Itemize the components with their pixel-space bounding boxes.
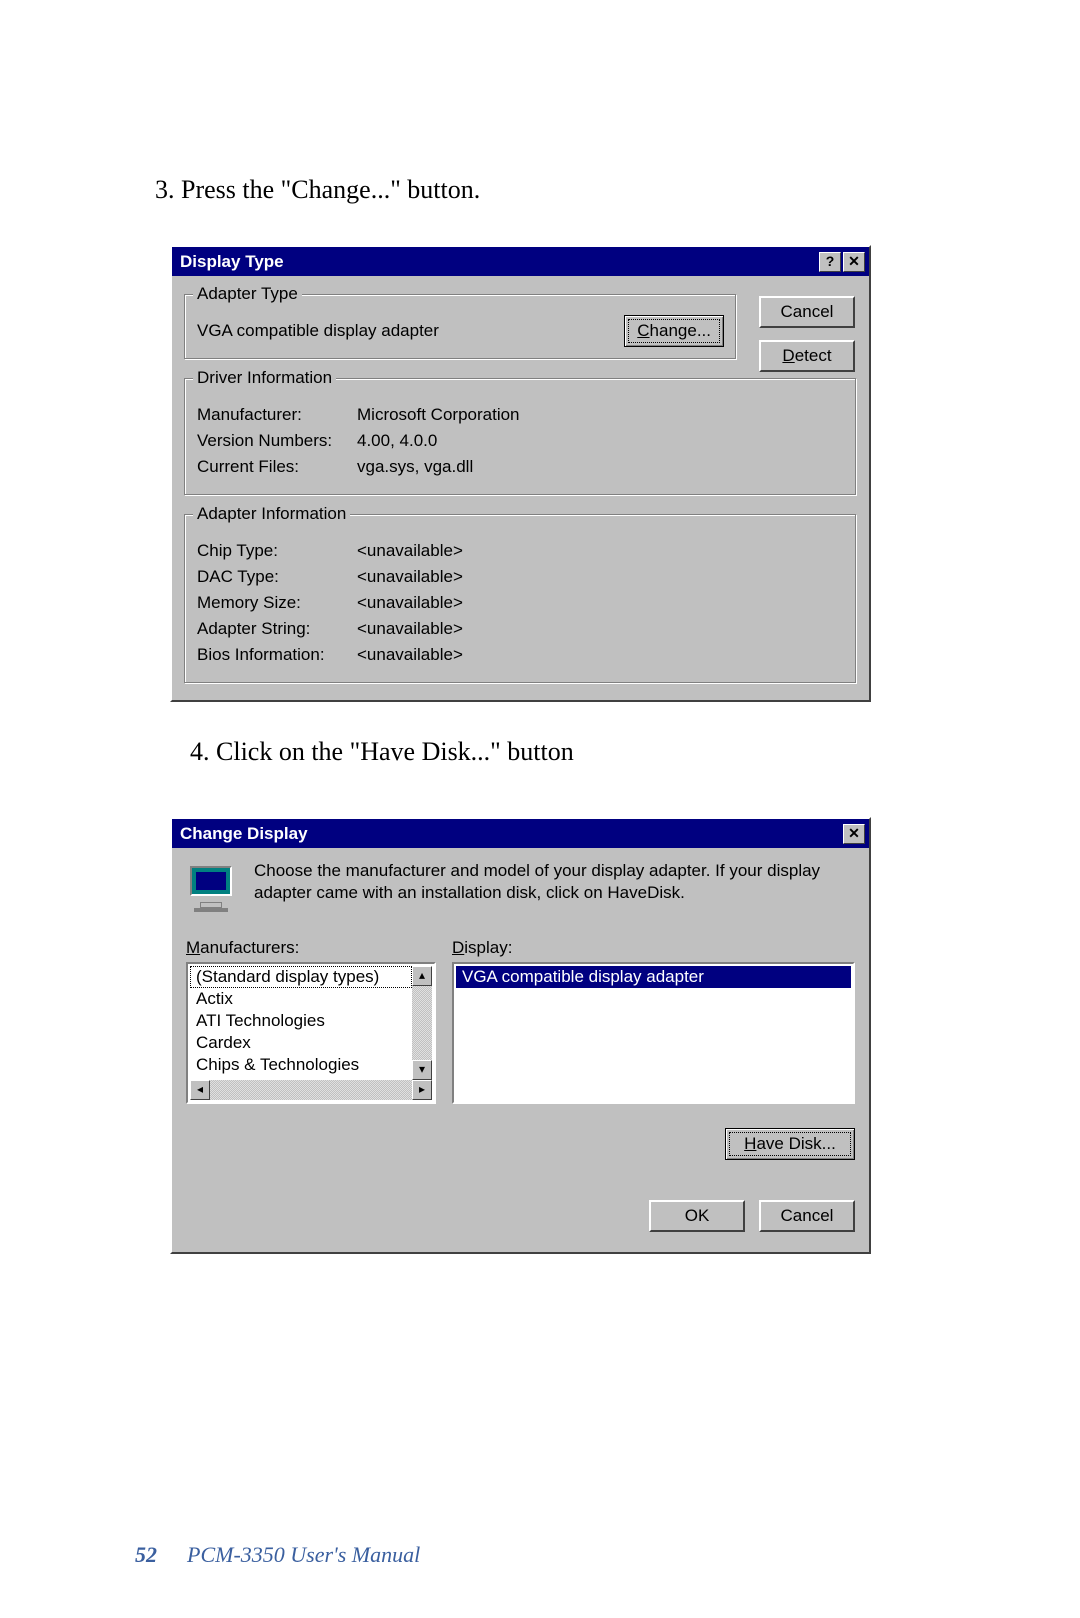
memory-size-label: Memory Size: — [197, 593, 357, 613]
scroll-left-icon[interactable]: ◂ — [190, 1080, 210, 1100]
chip-type-label: Chip Type: — [197, 541, 357, 561]
help-icon[interactable]: ? — [819, 252, 841, 272]
have-disk-button[interactable]: Have Disk... — [725, 1128, 855, 1160]
footer-manual-title: PCM-3350 User's Manual — [187, 1542, 420, 1568]
files-label: Current Files: — [197, 457, 357, 477]
list-item[interactable]: ATI Technologies — [190, 1010, 412, 1032]
display-listbox[interactable]: VGA compatible display adapter — [452, 962, 855, 1104]
dac-type-value: <unavailable> — [357, 567, 463, 587]
manufacturers-listbox[interactable]: (Standard display types) Actix ATI Techn… — [186, 962, 436, 1104]
close-icon[interactable]: ✕ — [843, 252, 865, 272]
version-value: 4.00, 4.0.0 — [357, 431, 437, 451]
close-icon[interactable]: ✕ — [843, 824, 865, 844]
monitor-icon — [186, 864, 236, 908]
dialog-display-type: Display Type ? ✕ Cancel Detect Adapter T… — [170, 245, 871, 702]
vertical-scrollbar[interactable]: ▴ ▾ — [412, 966, 432, 1080]
titlebar[interactable]: Change Display ✕ — [172, 819, 869, 848]
instruction-step4: 4. Click on the "Have Disk..." button — [190, 737, 965, 767]
titlebar-text: Display Type — [180, 252, 284, 272]
bios-info-value: <unavailable> — [357, 645, 463, 665]
dialog-description: Choose the manufacturer and model of you… — [254, 860, 855, 904]
list-item[interactable]: Chips & Technologies — [190, 1054, 412, 1076]
chip-type-value: <unavailable> — [357, 541, 463, 561]
list-item[interactable]: Actix — [190, 988, 412, 1010]
adapter-string-label: Adapter String: — [197, 619, 357, 639]
detect-button[interactable]: Detect — [759, 340, 855, 372]
list-item[interactable]: (Standard display types) — [190, 966, 412, 988]
adapter-type-legend: Adapter Type — [193, 284, 302, 304]
page-footer: 52 PCM-3350 User's Manual — [135, 1542, 420, 1568]
adapter-name: VGA compatible display adapter — [197, 321, 439, 341]
adapter-info-group: Adapter Information Chip Type: <unavaila… — [184, 514, 857, 684]
dialog-change-display: Change Display ✕ Choose the manufacturer… — [170, 817, 871, 1254]
horizontal-scrollbar[interactable]: ◂ ▸ — [190, 1080, 432, 1100]
ok-button[interactable]: OK — [649, 1200, 745, 1232]
titlebar-text: Change Display — [180, 824, 308, 844]
instruction-step3: 3. Press the "Change..." button. — [155, 175, 965, 205]
list-item[interactable]: VGA compatible display adapter — [456, 966, 851, 988]
driver-info-group: Driver Information Manufacturer: Microso… — [184, 378, 857, 496]
adapter-type-group: Adapter Type VGA compatible display adap… — [184, 294, 737, 360]
files-value: vga.sys, vga.dll — [357, 457, 473, 477]
manufacturers-label: Manufacturers: — [186, 938, 436, 958]
titlebar[interactable]: Display Type ? ✕ — [172, 247, 869, 276]
dac-type-label: DAC Type: — [197, 567, 357, 587]
cancel-button[interactable]: Cancel — [759, 296, 855, 328]
version-label: Version Numbers: — [197, 431, 357, 451]
adapter-string-value: <unavailable> — [357, 619, 463, 639]
scroll-down-icon[interactable]: ▾ — [412, 1060, 432, 1080]
manufacturer-label: Manufacturer: — [197, 405, 357, 425]
list-item[interactable]: Cardex — [190, 1032, 412, 1054]
driver-info-legend: Driver Information — [193, 368, 336, 388]
scroll-up-icon[interactable]: ▴ — [412, 966, 432, 986]
scroll-right-icon[interactable]: ▸ — [412, 1080, 432, 1100]
change-button[interactable]: Change... — [624, 315, 724, 347]
memory-size-value: <unavailable> — [357, 593, 463, 613]
cancel-button[interactable]: Cancel — [759, 1200, 855, 1232]
footer-page-number: 52 — [135, 1542, 157, 1568]
display-label: Display: — [452, 938, 855, 958]
bios-info-label: Bios Information: — [197, 645, 357, 665]
adapter-info-legend: Adapter Information — [193, 504, 350, 524]
manufacturer-value: Microsoft Corporation — [357, 405, 520, 425]
